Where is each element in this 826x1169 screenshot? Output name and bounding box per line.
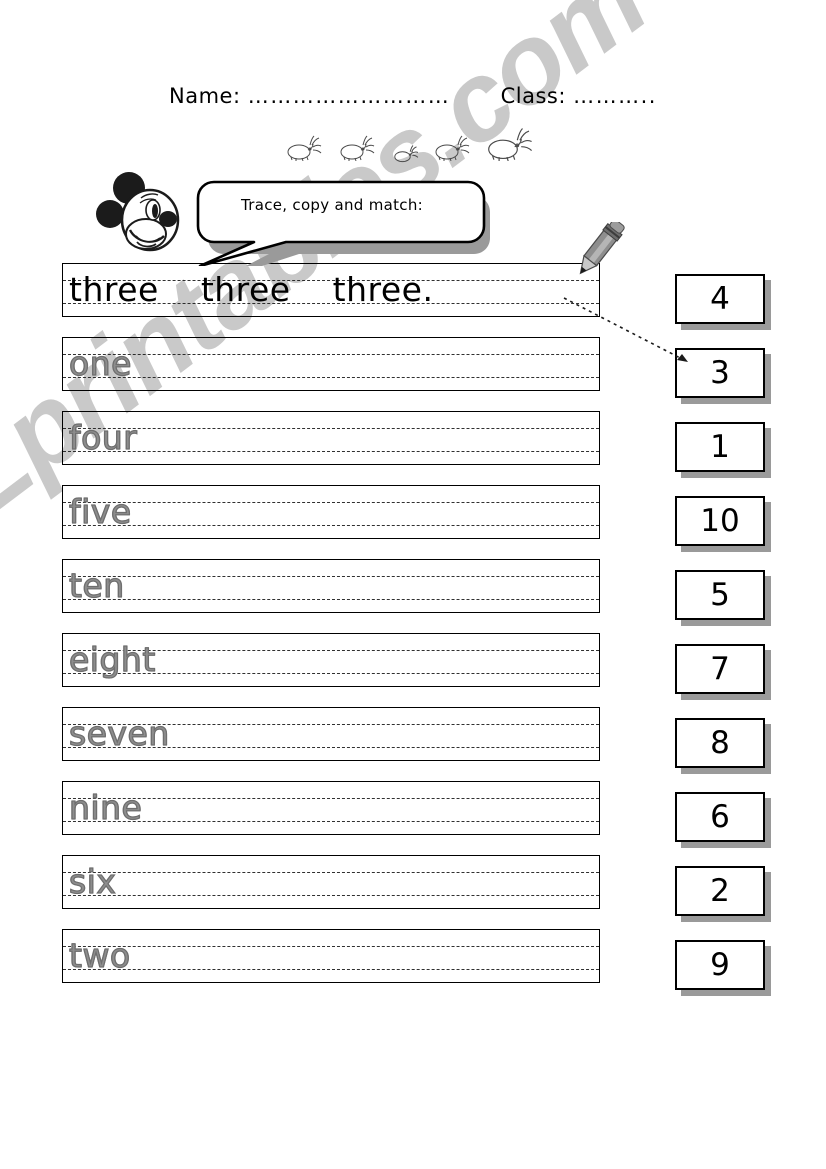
trace-word: one bbox=[68, 343, 132, 383]
guide-line-upper bbox=[63, 946, 599, 947]
writing-rows: three three three . one four five ten ei… bbox=[62, 263, 602, 1003]
bunny-icon bbox=[339, 131, 375, 166]
mickey-mouse-head-icon bbox=[96, 170, 192, 258]
writing-row-seven[interactable]: seven bbox=[62, 707, 600, 761]
writing-row-sample[interactable]: three three three . bbox=[62, 263, 600, 317]
trace-word: four bbox=[68, 417, 138, 457]
sample-word-3: three bbox=[332, 269, 423, 309]
guide-line-lower bbox=[63, 525, 599, 526]
bunny-icon bbox=[486, 122, 533, 166]
number-value: 6 bbox=[710, 798, 730, 835]
sample-word-1: three bbox=[69, 269, 159, 309]
match-arrow-icon bbox=[563, 297, 689, 363]
number-value: 2 bbox=[710, 872, 730, 909]
writing-row-five[interactable]: five bbox=[62, 485, 600, 539]
trace-word: two bbox=[68, 935, 131, 975]
number-box[interactable]: 10 bbox=[675, 496, 765, 546]
number-value: 7 bbox=[710, 650, 730, 687]
writing-row-four[interactable]: four bbox=[62, 411, 600, 465]
guide-line-upper bbox=[63, 502, 599, 503]
writing-row-six[interactable]: six bbox=[62, 855, 600, 909]
guide-line-upper bbox=[63, 428, 599, 429]
writing-row-one[interactable]: one bbox=[62, 337, 600, 391]
sample-word-trailing: . bbox=[422, 269, 434, 309]
number-box[interactable]: 9 bbox=[675, 940, 765, 990]
guide-line-lower bbox=[63, 969, 599, 970]
name-blank[interactable]: ……………………… bbox=[248, 84, 451, 108]
sample-word-2: three bbox=[200, 269, 291, 309]
bunny-decoration-row bbox=[286, 126, 546, 166]
trace-word: seven bbox=[68, 713, 170, 753]
bunny-icon bbox=[434, 131, 470, 166]
number-value: 9 bbox=[710, 946, 730, 983]
trace-word: eight bbox=[68, 639, 156, 679]
name-label: Name: bbox=[169, 84, 241, 108]
student-info-header: Name: ……………………… Class: ……….. bbox=[0, 84, 826, 108]
trace-word: six bbox=[68, 861, 117, 901]
number-value: 5 bbox=[710, 576, 730, 613]
number-value: 8 bbox=[710, 724, 730, 761]
writing-row-nine[interactable]: nine bbox=[62, 781, 600, 835]
guide-line-lower bbox=[63, 599, 599, 600]
trace-word: ten bbox=[68, 565, 125, 605]
trace-word: nine bbox=[68, 787, 143, 827]
number-value: 10 bbox=[700, 502, 740, 539]
guide-line-lower bbox=[63, 895, 599, 896]
class-blank[interactable]: ……….. bbox=[573, 84, 657, 108]
guide-line-upper bbox=[63, 354, 599, 355]
instruction-speech-bubble: Trace, copy and match: bbox=[196, 176, 496, 266]
guide-line-upper bbox=[63, 798, 599, 799]
number-box[interactable]: 8 bbox=[675, 718, 765, 768]
pencil-icon bbox=[558, 219, 630, 290]
number-value: 1 bbox=[710, 428, 730, 465]
number-box[interactable]: 6 bbox=[675, 792, 765, 842]
sample-word-group: three three three . bbox=[69, 264, 434, 316]
number-box[interactable]: 5 bbox=[675, 570, 765, 620]
writing-row-two[interactable]: two bbox=[62, 929, 600, 983]
guide-line-lower bbox=[63, 377, 599, 378]
writing-row-ten[interactable]: ten bbox=[62, 559, 600, 613]
bunny-icon bbox=[393, 142, 419, 168]
guide-line-lower bbox=[63, 451, 599, 452]
class-label: Class: bbox=[500, 84, 566, 108]
bunny-icon bbox=[286, 131, 322, 166]
number-box[interactable]: 2 bbox=[675, 866, 765, 916]
guide-line-upper bbox=[63, 872, 599, 873]
guide-line-upper bbox=[63, 576, 599, 577]
number-box[interactable]: 7 bbox=[675, 644, 765, 694]
worksheet-page: ESLprintables.com Name: ……………………… Class:… bbox=[0, 0, 826, 1169]
writing-row-eight[interactable]: eight bbox=[62, 633, 600, 687]
trace-word: five bbox=[68, 491, 132, 531]
number-box[interactable]: 1 bbox=[675, 422, 765, 472]
guide-line-lower bbox=[63, 821, 599, 822]
